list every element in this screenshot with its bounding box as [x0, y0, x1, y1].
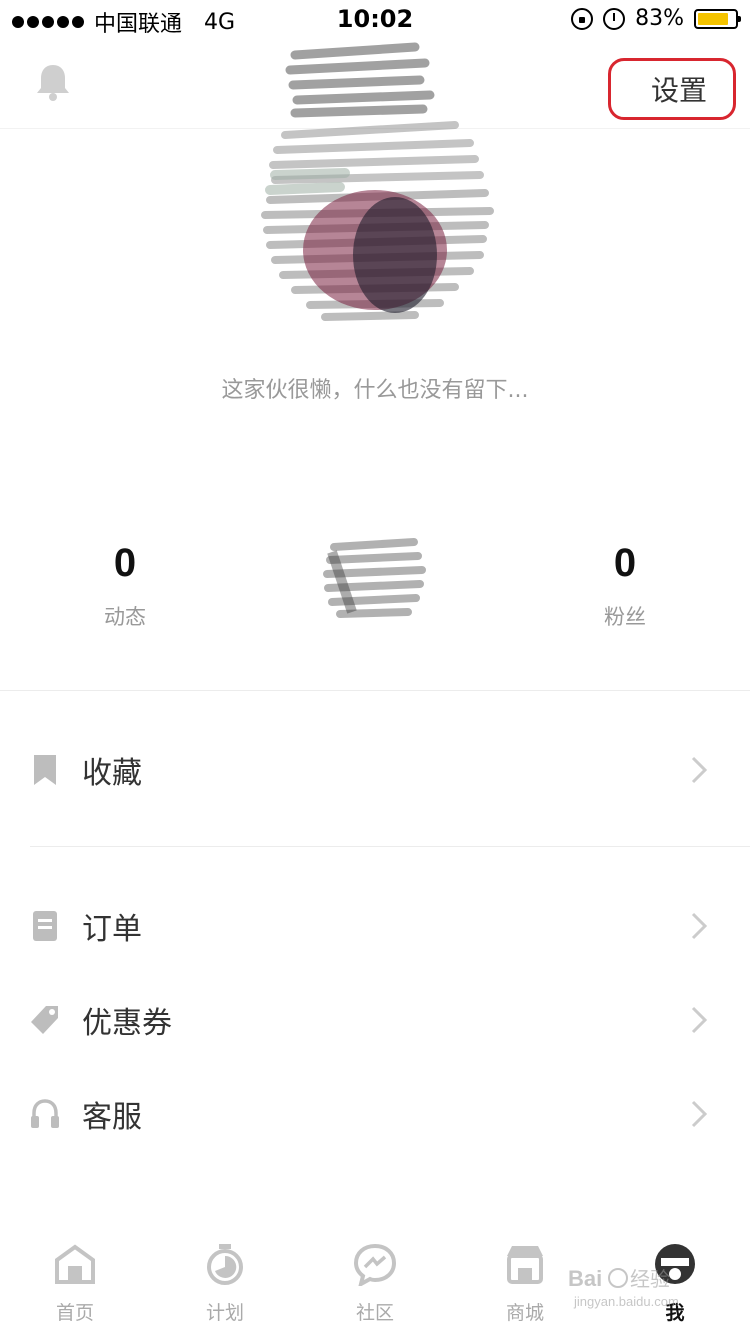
stat-posts-value: 0 [113, 541, 137, 585]
tab-home[interactable]: 首页 [0, 1230, 150, 1334]
avatar[interactable] [255, 25, 495, 330]
battery-fill [698, 12, 728, 25]
stat-fans-value: 0 [613, 541, 637, 585]
chevron-right-icon [691, 1006, 708, 1034]
bookmark-icon [34, 755, 56, 785]
chevron-right-icon [691, 756, 708, 784]
settings-button[interactable]: 设置 [608, 58, 736, 120]
headphones-icon [31, 1099, 59, 1128]
timer-icon [207, 1244, 243, 1285]
profile-bio: 这家伙很懒，什么也没有留下... [221, 378, 529, 403]
shop-icon [507, 1246, 543, 1284]
tag-icon [31, 1006, 58, 1034]
menu-item-label: 收藏 [82, 756, 142, 791]
battery-icon [694, 8, 741, 29]
tab-label: 社区 [355, 1302, 394, 1324]
svg-text:经验: 经验 [630, 1268, 670, 1291]
svg-text:Bai: Bai [568, 1266, 602, 1291]
watermark-logo: Bai 经验 jingyan.baidu.com [568, 1266, 679, 1309]
menu-item-label: 客服 [82, 1100, 142, 1135]
tab-community[interactable]: 社区 [300, 1230, 450, 1334]
menu-item-support[interactable]: 客服 [0, 1074, 750, 1154]
chevron-right-icon [691, 912, 708, 940]
home-icon [55, 1244, 95, 1284]
receipt-icon [33, 911, 57, 941]
section-divider [0, 690, 750, 691]
stat-posts-label: 动态 [104, 605, 146, 629]
chat-icon [353, 1243, 397, 1286]
menu-divider [30, 846, 750, 847]
svg-text:jingyan.baidu.com: jingyan.baidu.com [573, 1294, 679, 1309]
tab-label: 首页 [55, 1302, 94, 1324]
chevron-right-icon [691, 1100, 708, 1128]
stat-posts[interactable]: 0 动态 [45, 535, 205, 631]
menu-item-label: 订单 [82, 912, 142, 947]
alarm-icon [603, 7, 626, 30]
status-right: 83% [571, 6, 741, 31]
menu-item-orders[interactable]: 订单 [0, 886, 750, 966]
tab-plan[interactable]: 计划 [150, 1230, 300, 1334]
battery-percent: 83% [635, 6, 684, 31]
tab-label: 计划 [205, 1302, 244, 1324]
menu-item-favorites[interactable]: 收藏 [0, 730, 750, 810]
settings-label: 设置 [650, 74, 707, 107]
menu-item-coupons[interactable]: 优惠券 [0, 980, 750, 1060]
stat-fans-label: 粉丝 [604, 605, 646, 629]
stat-fans[interactable]: 0 粉丝 [545, 535, 705, 631]
bell-icon[interactable] [34, 62, 72, 102]
rotation-lock-icon [571, 7, 594, 30]
menu-item-label: 优惠券 [82, 1006, 172, 1041]
redacted-stat-icon [323, 538, 426, 618]
